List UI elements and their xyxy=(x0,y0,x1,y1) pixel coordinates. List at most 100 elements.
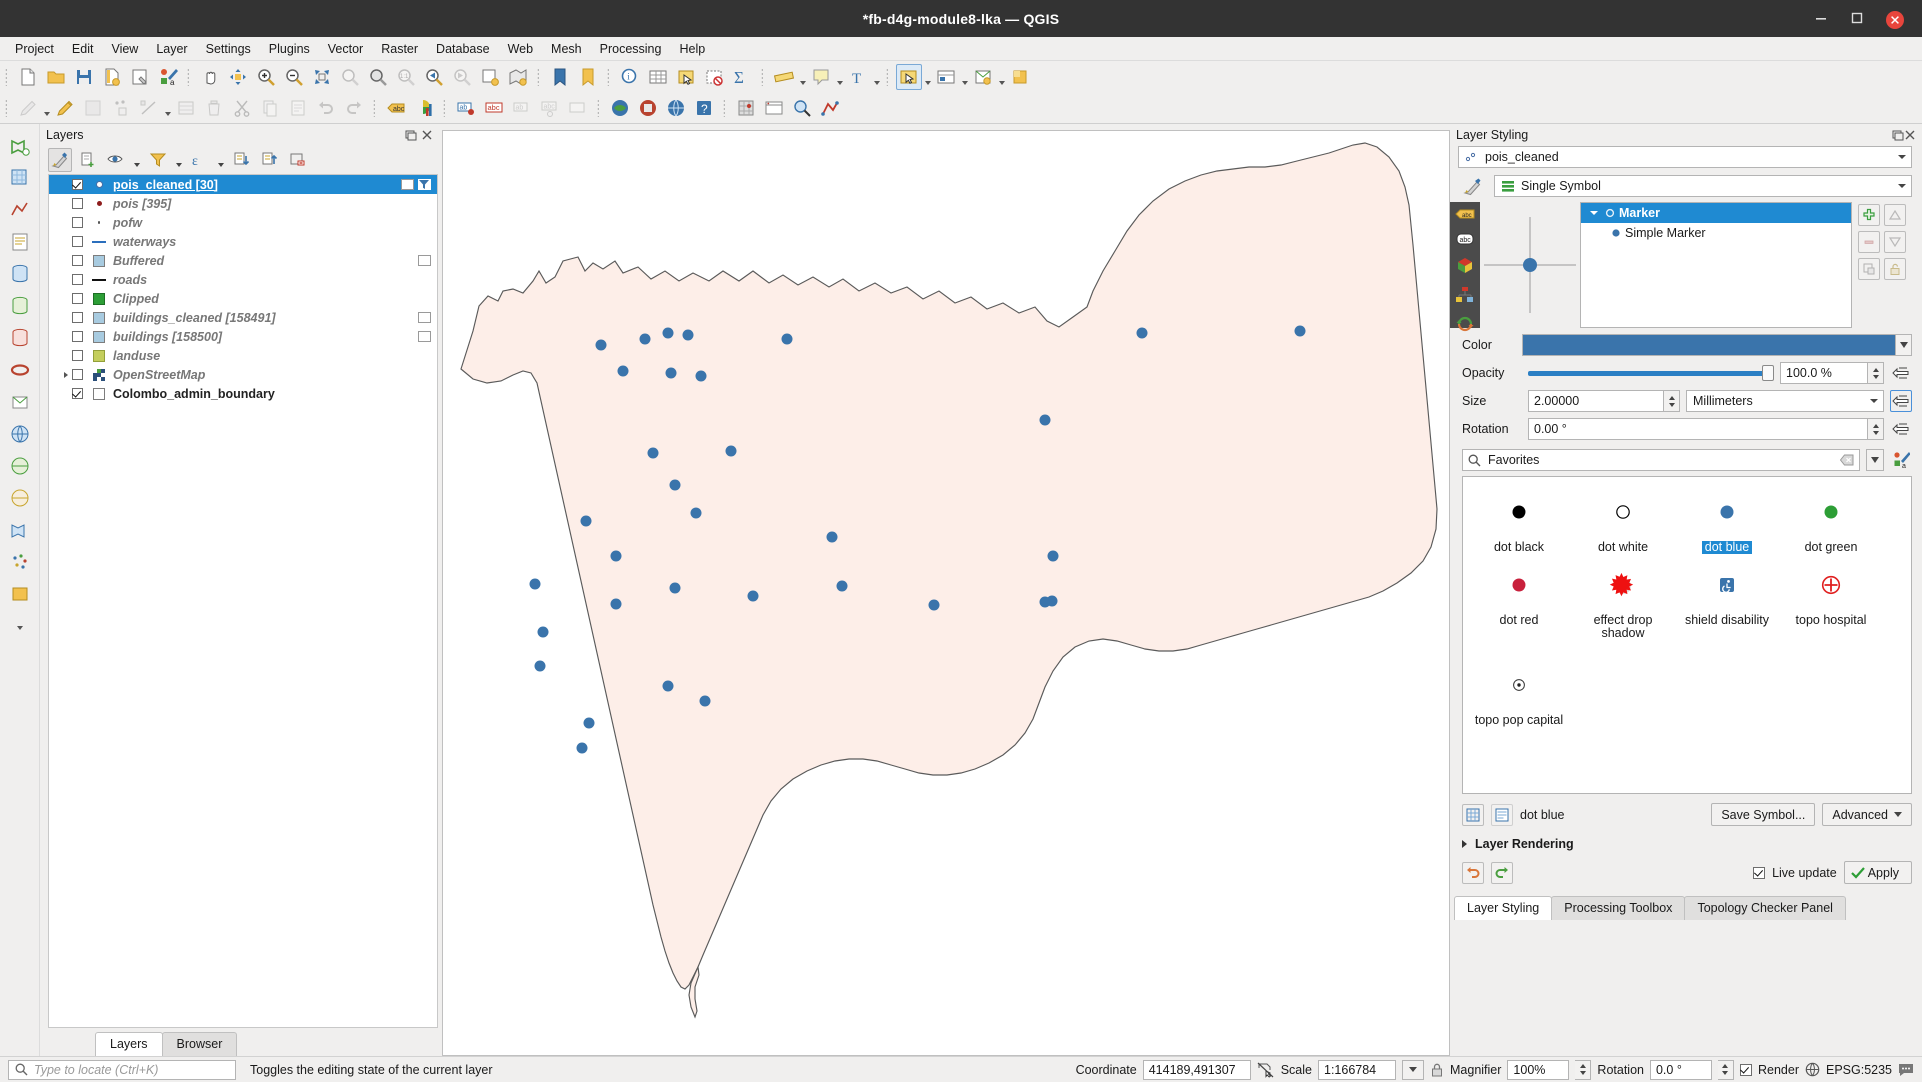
identify-features-icon[interactable]: i xyxy=(617,64,643,90)
measure-line-icon[interactable] xyxy=(771,64,797,90)
menu-project[interactable]: Project xyxy=(6,40,63,58)
gallery-item-dot-red[interactable]: dot red xyxy=(1467,560,1571,646)
expander-icon[interactable] xyxy=(1587,211,1601,215)
layer-visibility-checkbox[interactable] xyxy=(72,350,83,361)
layer-row-openstreetmap[interactable]: OpenStreetMap xyxy=(49,365,437,384)
redo-icon[interactable] xyxy=(1491,861,1513,884)
paste-features-icon[interactable] xyxy=(285,95,311,121)
diagrams-icon[interactable] xyxy=(1454,285,1476,305)
zoom-native-icon[interactable]: 1:1 xyxy=(393,64,419,90)
masks-icon[interactable]: abc xyxy=(1454,231,1476,247)
pan-map-icon[interactable] xyxy=(197,64,223,90)
layer-row-roads[interactable]: roads xyxy=(49,270,437,289)
layer-notes-icon[interactable] xyxy=(418,331,431,342)
undo-icon[interactable] xyxy=(313,95,339,121)
layer-visibility-checkbox[interactable] xyxy=(72,198,83,209)
styling-layer-combo[interactable]: pois_cleaned xyxy=(1458,146,1912,168)
layer-visibility-checkbox[interactable] xyxy=(72,255,83,266)
filter-legend-by-expression-button[interactable]: ε xyxy=(188,148,212,172)
remove-symbol-layer-button[interactable] xyxy=(1858,231,1880,253)
chevron-down-icon[interactable] xyxy=(1893,147,1911,167)
layer-visibility-checkbox[interactable] xyxy=(72,369,83,380)
menu-help[interactable]: Help xyxy=(670,40,714,58)
size-unit-combo[interactable]: Millimeters xyxy=(1686,390,1884,412)
copy-features-icon[interactable] xyxy=(257,95,283,121)
add-mesh-layer-icon[interactable] xyxy=(7,197,33,223)
layers-panel-close-button[interactable] xyxy=(421,129,434,142)
apply-button[interactable]: Apply xyxy=(1843,861,1912,884)
advanced-button[interactable]: Advanced xyxy=(1822,803,1912,826)
layer-visibility-checkbox[interactable] xyxy=(72,293,83,304)
3d-view-icon[interactable] xyxy=(1454,256,1476,276)
python-console-icon[interactable] xyxy=(607,95,633,121)
filter-indicator-icon[interactable] xyxy=(418,179,431,190)
move-up-button[interactable] xyxy=(1884,204,1906,226)
zoom-in-icon[interactable] xyxy=(253,64,279,90)
layer-visibility-checkbox[interactable] xyxy=(72,274,83,285)
layer-notes-icon[interactable] xyxy=(418,255,431,266)
tab-layers[interactable]: Layers xyxy=(95,1032,163,1056)
undo-icon[interactable] xyxy=(1462,861,1484,884)
render-checkbox[interactable] xyxy=(1739,1063,1752,1076)
redo-icon[interactable] xyxy=(341,95,367,121)
maptips-dropdown-caret[interactable] xyxy=(835,65,844,89)
show-bookmarks-icon[interactable] xyxy=(547,64,573,90)
gallery-item-effect-drop-shadow[interactable]: effect drop shadow xyxy=(1571,560,1675,646)
live-update-checkbox[interactable] xyxy=(1753,866,1766,879)
add-oracle-layer-icon[interactable] xyxy=(7,357,33,383)
symbol-tree-row-marker[interactable]: Marker xyxy=(1581,203,1851,223)
open-layer-styling-panel-button[interactable] xyxy=(48,148,72,172)
style-panel-close-button[interactable] xyxy=(1904,129,1916,141)
symbol-search-dropdown-button[interactable] xyxy=(1866,449,1884,471)
select-by-location-icon[interactable] xyxy=(896,64,922,90)
symbol-layer-tree[interactable]: Marker Simple Marker xyxy=(1580,202,1852,328)
expand-triangle-icon[interactable] xyxy=(1462,840,1467,848)
new-bookmark-icon[interactable] xyxy=(575,64,601,90)
layer-notes-icon[interactable] xyxy=(401,179,414,190)
sum-statistics-icon[interactable]: Σ xyxy=(729,64,755,90)
move-label-icon[interactable]: ab xyxy=(509,95,535,121)
duplicate-symbol-layer-button[interactable] xyxy=(1858,258,1880,280)
vertex-tool-icon[interactable] xyxy=(136,95,162,121)
symbol-gallery[interactable]: dot black dot white dot blue dot green d… xyxy=(1462,476,1912,794)
filter-legend-caret[interactable] xyxy=(174,148,184,172)
add-layer-dropdown-caret[interactable] xyxy=(15,610,24,634)
open-project-icon[interactable] xyxy=(43,64,69,90)
gallery-item-topo-hospital[interactable]: topo hospital xyxy=(1779,560,1883,646)
save-project-as-icon[interactable] xyxy=(99,64,125,90)
opacity-data-defined-override-icon[interactable] xyxy=(1890,362,1912,384)
layers-panel-float-button[interactable] xyxy=(405,129,418,142)
add-vector-layer-icon[interactable] xyxy=(7,133,33,159)
symbol-search-input[interactable]: Favorites xyxy=(1462,449,1860,471)
add-wcs-layer-icon[interactable] xyxy=(7,453,33,479)
topology-checker-icon[interactable] xyxy=(817,95,843,121)
pan-to-selection-icon[interactable] xyxy=(225,64,251,90)
select-dropdown-caret[interactable] xyxy=(923,65,932,89)
menu-database[interactable]: Database xyxy=(427,40,499,58)
menu-web[interactable]: Web xyxy=(499,40,542,58)
new-virtual-layer-icon[interactable] xyxy=(970,64,996,90)
add-vectortile-layer-icon[interactable] xyxy=(7,517,33,543)
add-postgis-layer-icon[interactable] xyxy=(7,261,33,287)
style-manager-icon[interactable]: a xyxy=(1890,449,1912,471)
scale-dropdown-button[interactable] xyxy=(1402,1059,1424,1080)
crs-label[interactable]: EPSG:5235 xyxy=(1826,1063,1892,1077)
style-manager-icon[interactable]: a xyxy=(155,64,181,90)
menu-view[interactable]: View xyxy=(102,40,147,58)
manage-map-themes-button[interactable] xyxy=(104,148,128,172)
add-virtual-layer-icon[interactable] xyxy=(7,389,33,415)
chevron-down-icon[interactable] xyxy=(1865,391,1883,411)
open-data-source-manager-icon[interactable] xyxy=(933,64,959,90)
add-layer-extra-icon[interactable] xyxy=(7,581,33,607)
layer-row-colombo-admin-boundary[interactable]: Colombo_admin_boundary xyxy=(49,384,437,403)
layer-row-pois[interactable]: pois [395] xyxy=(49,194,437,213)
tab-browser[interactable]: Browser xyxy=(161,1032,238,1056)
expander-icon[interactable] xyxy=(59,372,72,378)
deselect-icon[interactable] xyxy=(701,64,727,90)
add-delimited-text-icon[interactable] xyxy=(1007,64,1033,90)
scale-value[interactable]: 1:166784 xyxy=(1318,1059,1396,1080)
layer-visibility-checkbox[interactable] xyxy=(72,179,83,190)
zoom-out-icon[interactable] xyxy=(281,64,307,90)
gallery-item-shield-disability[interactable]: shield disability xyxy=(1675,560,1779,646)
layer-rendering-section[interactable]: Layer Rendering xyxy=(1450,826,1922,851)
